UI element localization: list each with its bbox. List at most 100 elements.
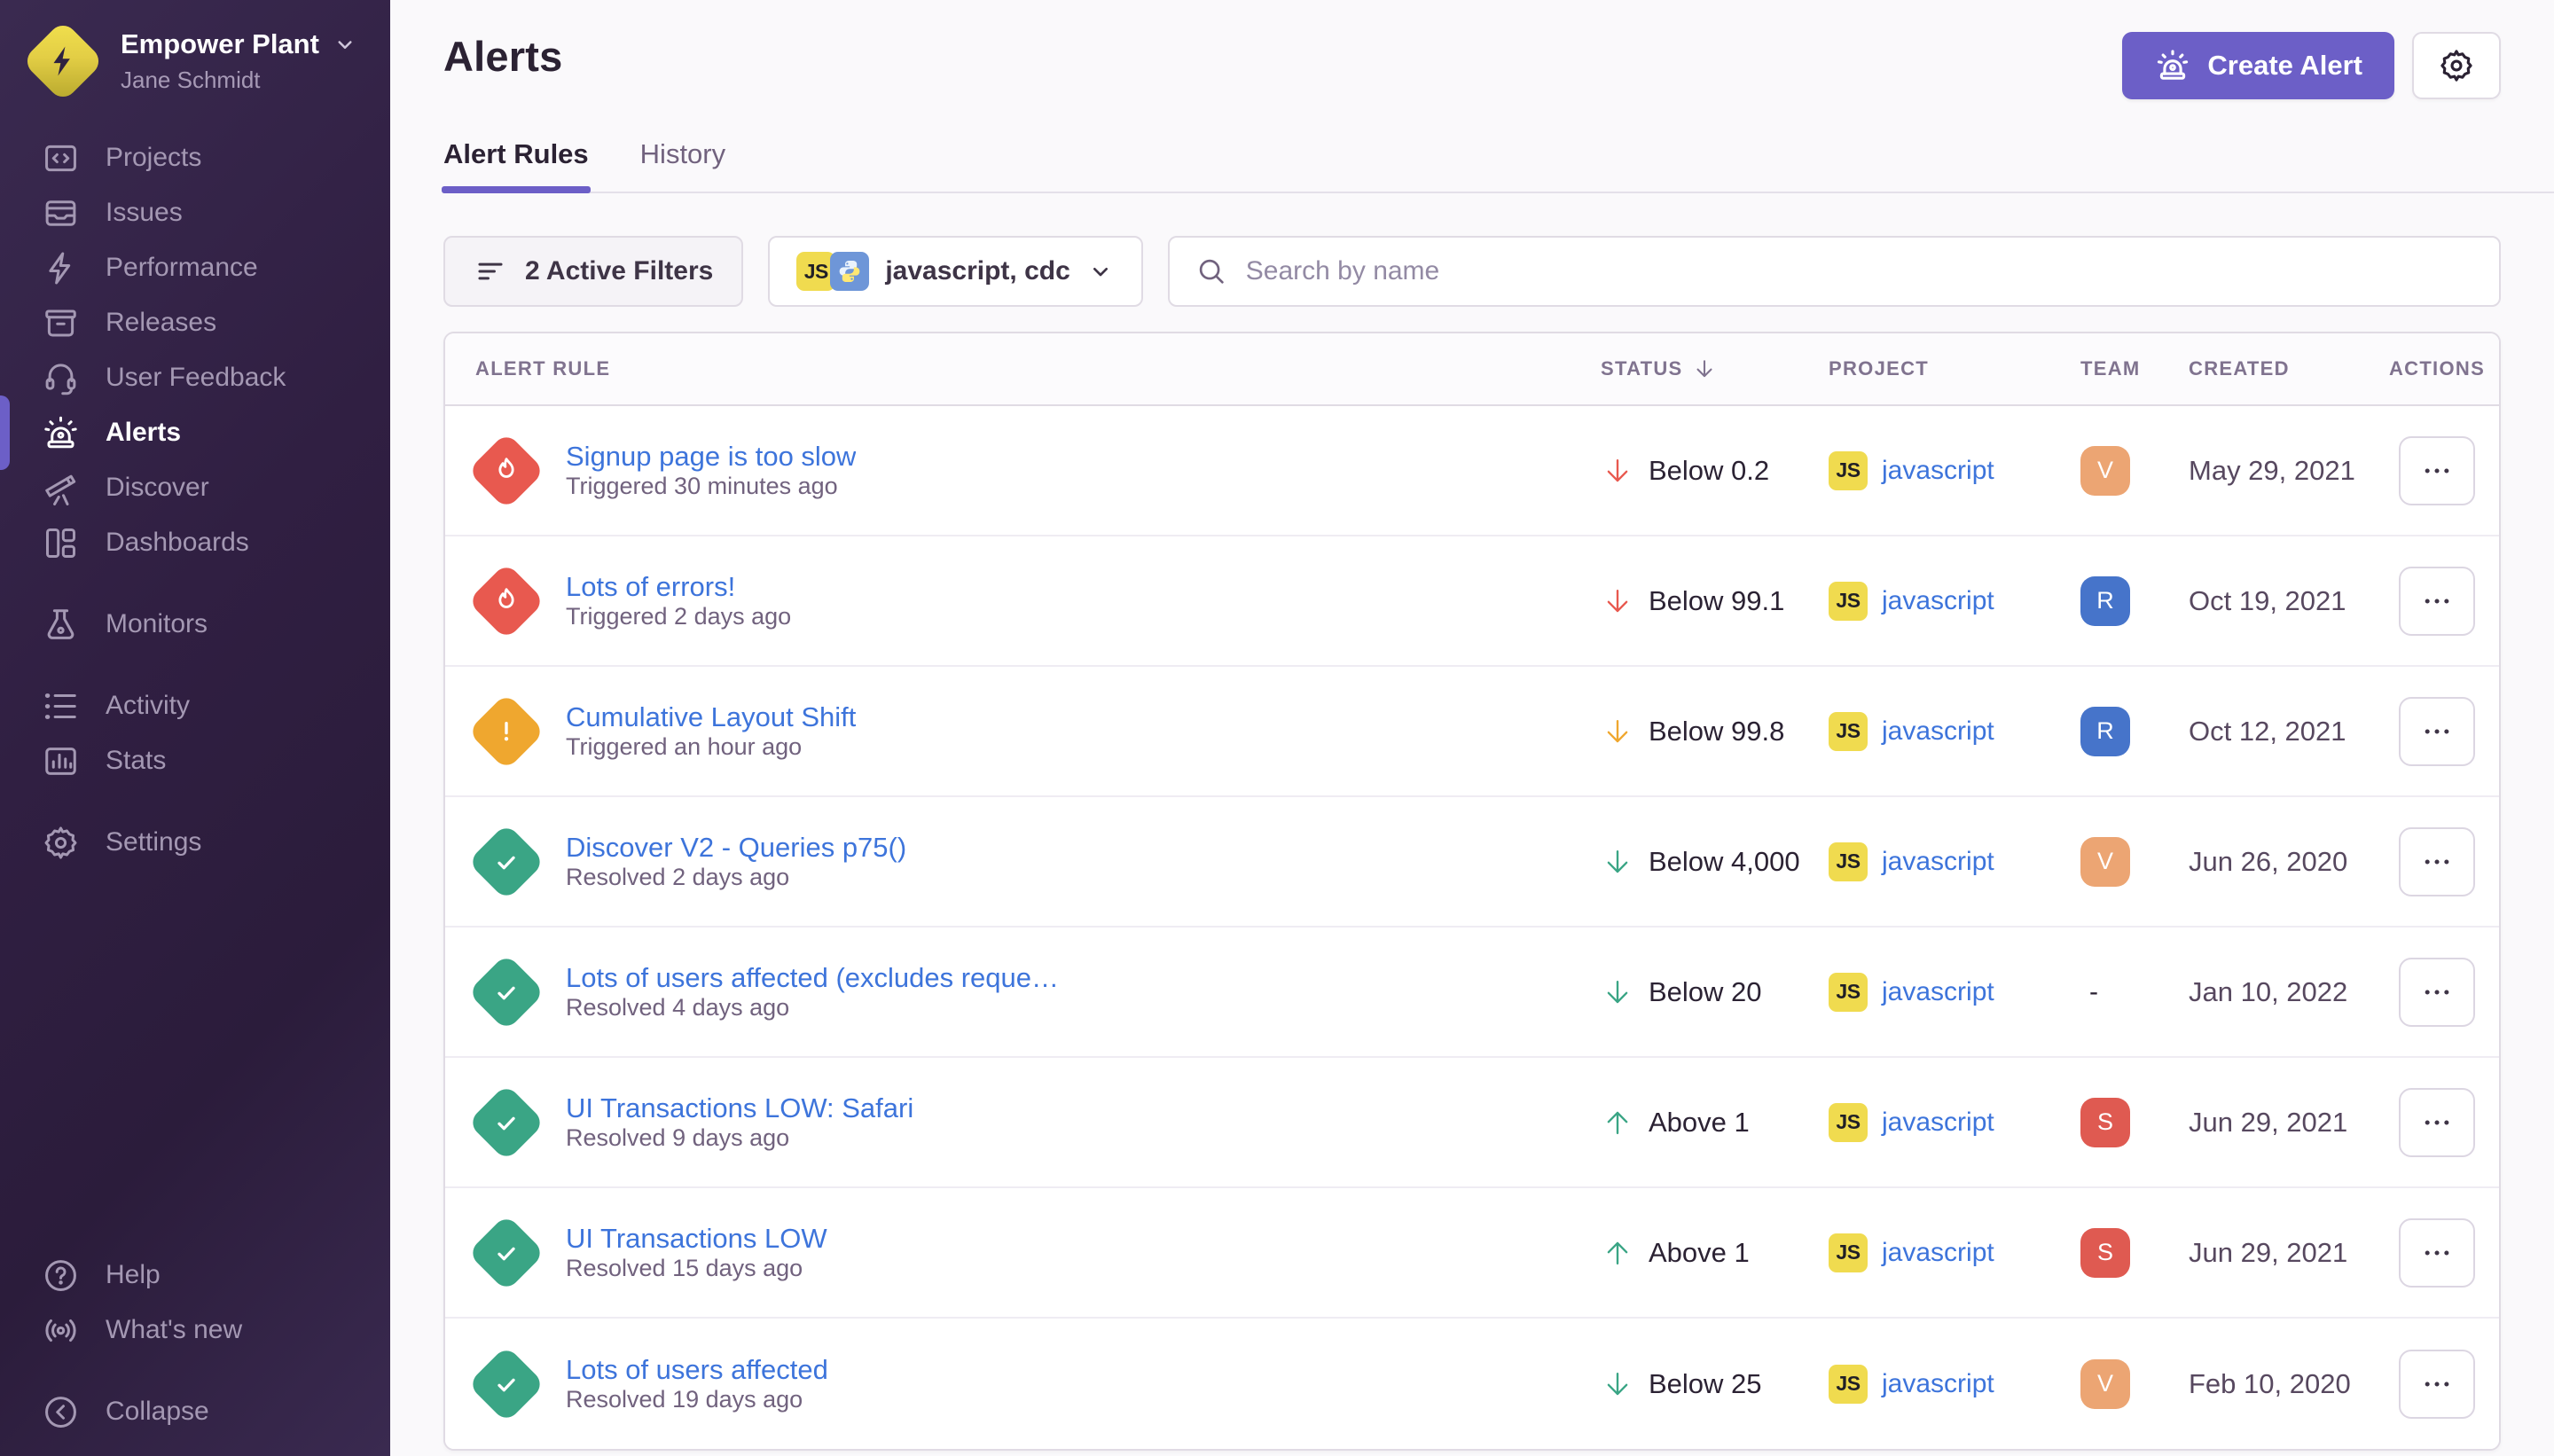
alert-rule-link[interactable]: Lots of users affected <box>566 1354 828 1386</box>
sidebar-item-discover[interactable]: Discover <box>0 463 390 513</box>
severity-icon <box>468 1084 544 1161</box>
alert-rule-link[interactable]: Discover V2 - Queries p75() <box>566 832 906 864</box>
sidebar-item-label: What's new <box>106 1315 242 1345</box>
org-switcher[interactable]: Empower Plant Jane Schmidt <box>0 0 390 122</box>
check-icon <box>489 1235 524 1271</box>
alert-rule-link[interactable]: Lots of errors! <box>566 571 791 603</box>
javascript-icon: JS <box>1829 451 1868 490</box>
active-filters-label: 2 Active Filters <box>525 256 713 286</box>
project-link[interactable]: javascript <box>1882 456 1994 486</box>
tab-alert-rules[interactable]: Alert Rules <box>443 138 589 192</box>
ellipsis-icon <box>2419 1366 2455 1402</box>
row-actions-button[interactable] <box>2399 697 2475 766</box>
alert-rule-subtext: Triggered 30 minutes ago <box>566 473 838 499</box>
row-actions-button[interactable] <box>2399 958 2475 1027</box>
sidebar-item-dashboards[interactable]: Dashboards <box>0 518 390 568</box>
tab-label: Alert Rules <box>443 138 589 169</box>
alert-rule-link[interactable]: Cumulative Layout Shift <box>566 701 856 733</box>
sidebar-item-stats[interactable]: Stats <box>0 736 390 786</box>
check-icon <box>489 1105 524 1140</box>
row-actions-button[interactable] <box>2399 567 2475 636</box>
table-body: Signup page is too slow Triggered 30 min… <box>445 406 2499 1449</box>
row-actions-button[interactable] <box>2399 1218 2475 1288</box>
create-alert-button[interactable]: Create Alert <box>2122 32 2394 99</box>
table-row: Signup page is too slow Triggered 30 min… <box>445 406 2499 536</box>
python-icon <box>830 252 869 291</box>
org-logo-icon <box>25 23 101 99</box>
sidebar-item-icon <box>41 823 81 863</box>
tab-history[interactable]: History <box>640 138 725 192</box>
alert-rule-subtext: Resolved 19 days ago <box>566 1386 803 1413</box>
project-link[interactable]: javascript <box>1882 847 1994 877</box>
exclamation-icon <box>489 714 524 749</box>
row-actions-button[interactable] <box>2399 1350 2475 1419</box>
row-actions-button[interactable] <box>2399 1088 2475 1157</box>
user-name: Jane Schmidt <box>121 67 358 94</box>
created-date: Jun 29, 2021 <box>2189 1237 2375 1269</box>
row-actions-button[interactable] <box>2399 436 2475 505</box>
team-avatar: R <box>2080 576 2130 626</box>
sidebar-item-icon <box>41 358 81 398</box>
created-date: Feb 10, 2020 <box>2189 1368 2375 1400</box>
alerts-settings-button[interactable] <box>2412 32 2501 99</box>
sidebar-item-collapse[interactable]: Collapse <box>0 1387 390 1436</box>
column-header-alert-rule: Alert Rule <box>445 357 1601 380</box>
sidebar-item-icon <box>41 741 81 781</box>
status-value: Below 20 <box>1649 976 1762 1008</box>
sidebar-item-label: Alerts <box>106 418 181 448</box>
project-link[interactable]: javascript <box>1882 977 1994 1007</box>
tab-bar: Alert Rules History <box>443 138 2554 193</box>
team-avatar: V <box>2080 446 2130 496</box>
status-arrow-icon <box>1601 1106 1634 1139</box>
sidebar-item-icon <box>41 413 81 453</box>
sidebar-item-alerts[interactable]: Alerts <box>0 408 390 458</box>
alert-rule-link[interactable]: Lots of users affected (excludes reque… <box>566 962 1059 994</box>
project-link[interactable]: javascript <box>1882 1238 1994 1268</box>
project-selector[interactable]: JS javascript, cdc <box>768 236 1142 307</box>
sidebar-item-monitors[interactable]: Monitors <box>0 599 390 649</box>
sidebar-item-user-feedback[interactable]: User Feedback <box>0 353 390 403</box>
sidebar-item-activity[interactable]: Activity <box>0 681 390 731</box>
active-filters-button[interactable]: 2 Active Filters <box>443 236 743 307</box>
ellipsis-icon <box>2419 714 2455 749</box>
alert-rule-link[interactable]: UI Transactions LOW: Safari <box>566 1092 913 1124</box>
search-icon <box>1195 254 1228 288</box>
javascript-icon: JS <box>1829 973 1868 1012</box>
sidebar-item-issues[interactable]: Issues <box>0 188 390 238</box>
status-value: Below 99.1 <box>1649 585 1784 617</box>
sidebar-nav: Projects Issues Performance Releases Use… <box>0 122 390 873</box>
sidebar-item-settings[interactable]: Settings <box>0 818 390 867</box>
row-actions-button[interactable] <box>2399 827 2475 896</box>
javascript-icon: JS <box>1829 1103 1868 1142</box>
created-date: May 29, 2021 <box>2189 455 2375 487</box>
sidebar-item-help[interactable]: Help <box>0 1250 390 1300</box>
sidebar-item-label: Discover <box>106 473 209 503</box>
alert-rule-link[interactable]: UI Transactions LOW <box>566 1223 827 1255</box>
sidebar-item-icon <box>41 523 81 563</box>
column-header-status[interactable]: Status <box>1601 356 1829 381</box>
project-link[interactable]: javascript <box>1882 1369 1994 1399</box>
created-date: Jan 10, 2022 <box>2189 976 2375 1008</box>
project-link[interactable]: javascript <box>1882 716 1994 747</box>
sidebar-item-releases[interactable]: Releases <box>0 298 390 348</box>
project-link[interactable]: javascript <box>1882 586 1994 616</box>
javascript-icon: JS <box>1829 842 1868 881</box>
siren-icon <box>2154 47 2191 84</box>
status-value: Above 1 <box>1649 1107 1750 1139</box>
sidebar-footer-nav: Help What's new Collapse <box>0 1240 390 1456</box>
team-none: - <box>2080 977 2098 1007</box>
search-input[interactable] <box>1246 256 2474 286</box>
project-link[interactable]: javascript <box>1882 1108 1994 1138</box>
sidebar-item-performance[interactable]: Performance <box>0 243 390 293</box>
sidebar-item-icon <box>41 193 81 233</box>
sidebar-item-icon <box>41 468 81 508</box>
sidebar-item-icon <box>41 248 81 288</box>
status-value: Above 1 <box>1649 1237 1750 1269</box>
ellipsis-icon <box>2419 975 2455 1010</box>
alert-rule-link[interactable]: Signup page is too slow <box>566 441 856 473</box>
sidebar-item-projects[interactable]: Projects <box>0 133 390 183</box>
status-arrow-icon <box>1601 454 1634 488</box>
sidebar-item-what-s-new[interactable]: What's new <box>0 1305 390 1355</box>
column-header-project: Project <box>1829 357 2080 380</box>
table-header-row: Alert Rule Status Project Team Created A… <box>445 333 2499 406</box>
